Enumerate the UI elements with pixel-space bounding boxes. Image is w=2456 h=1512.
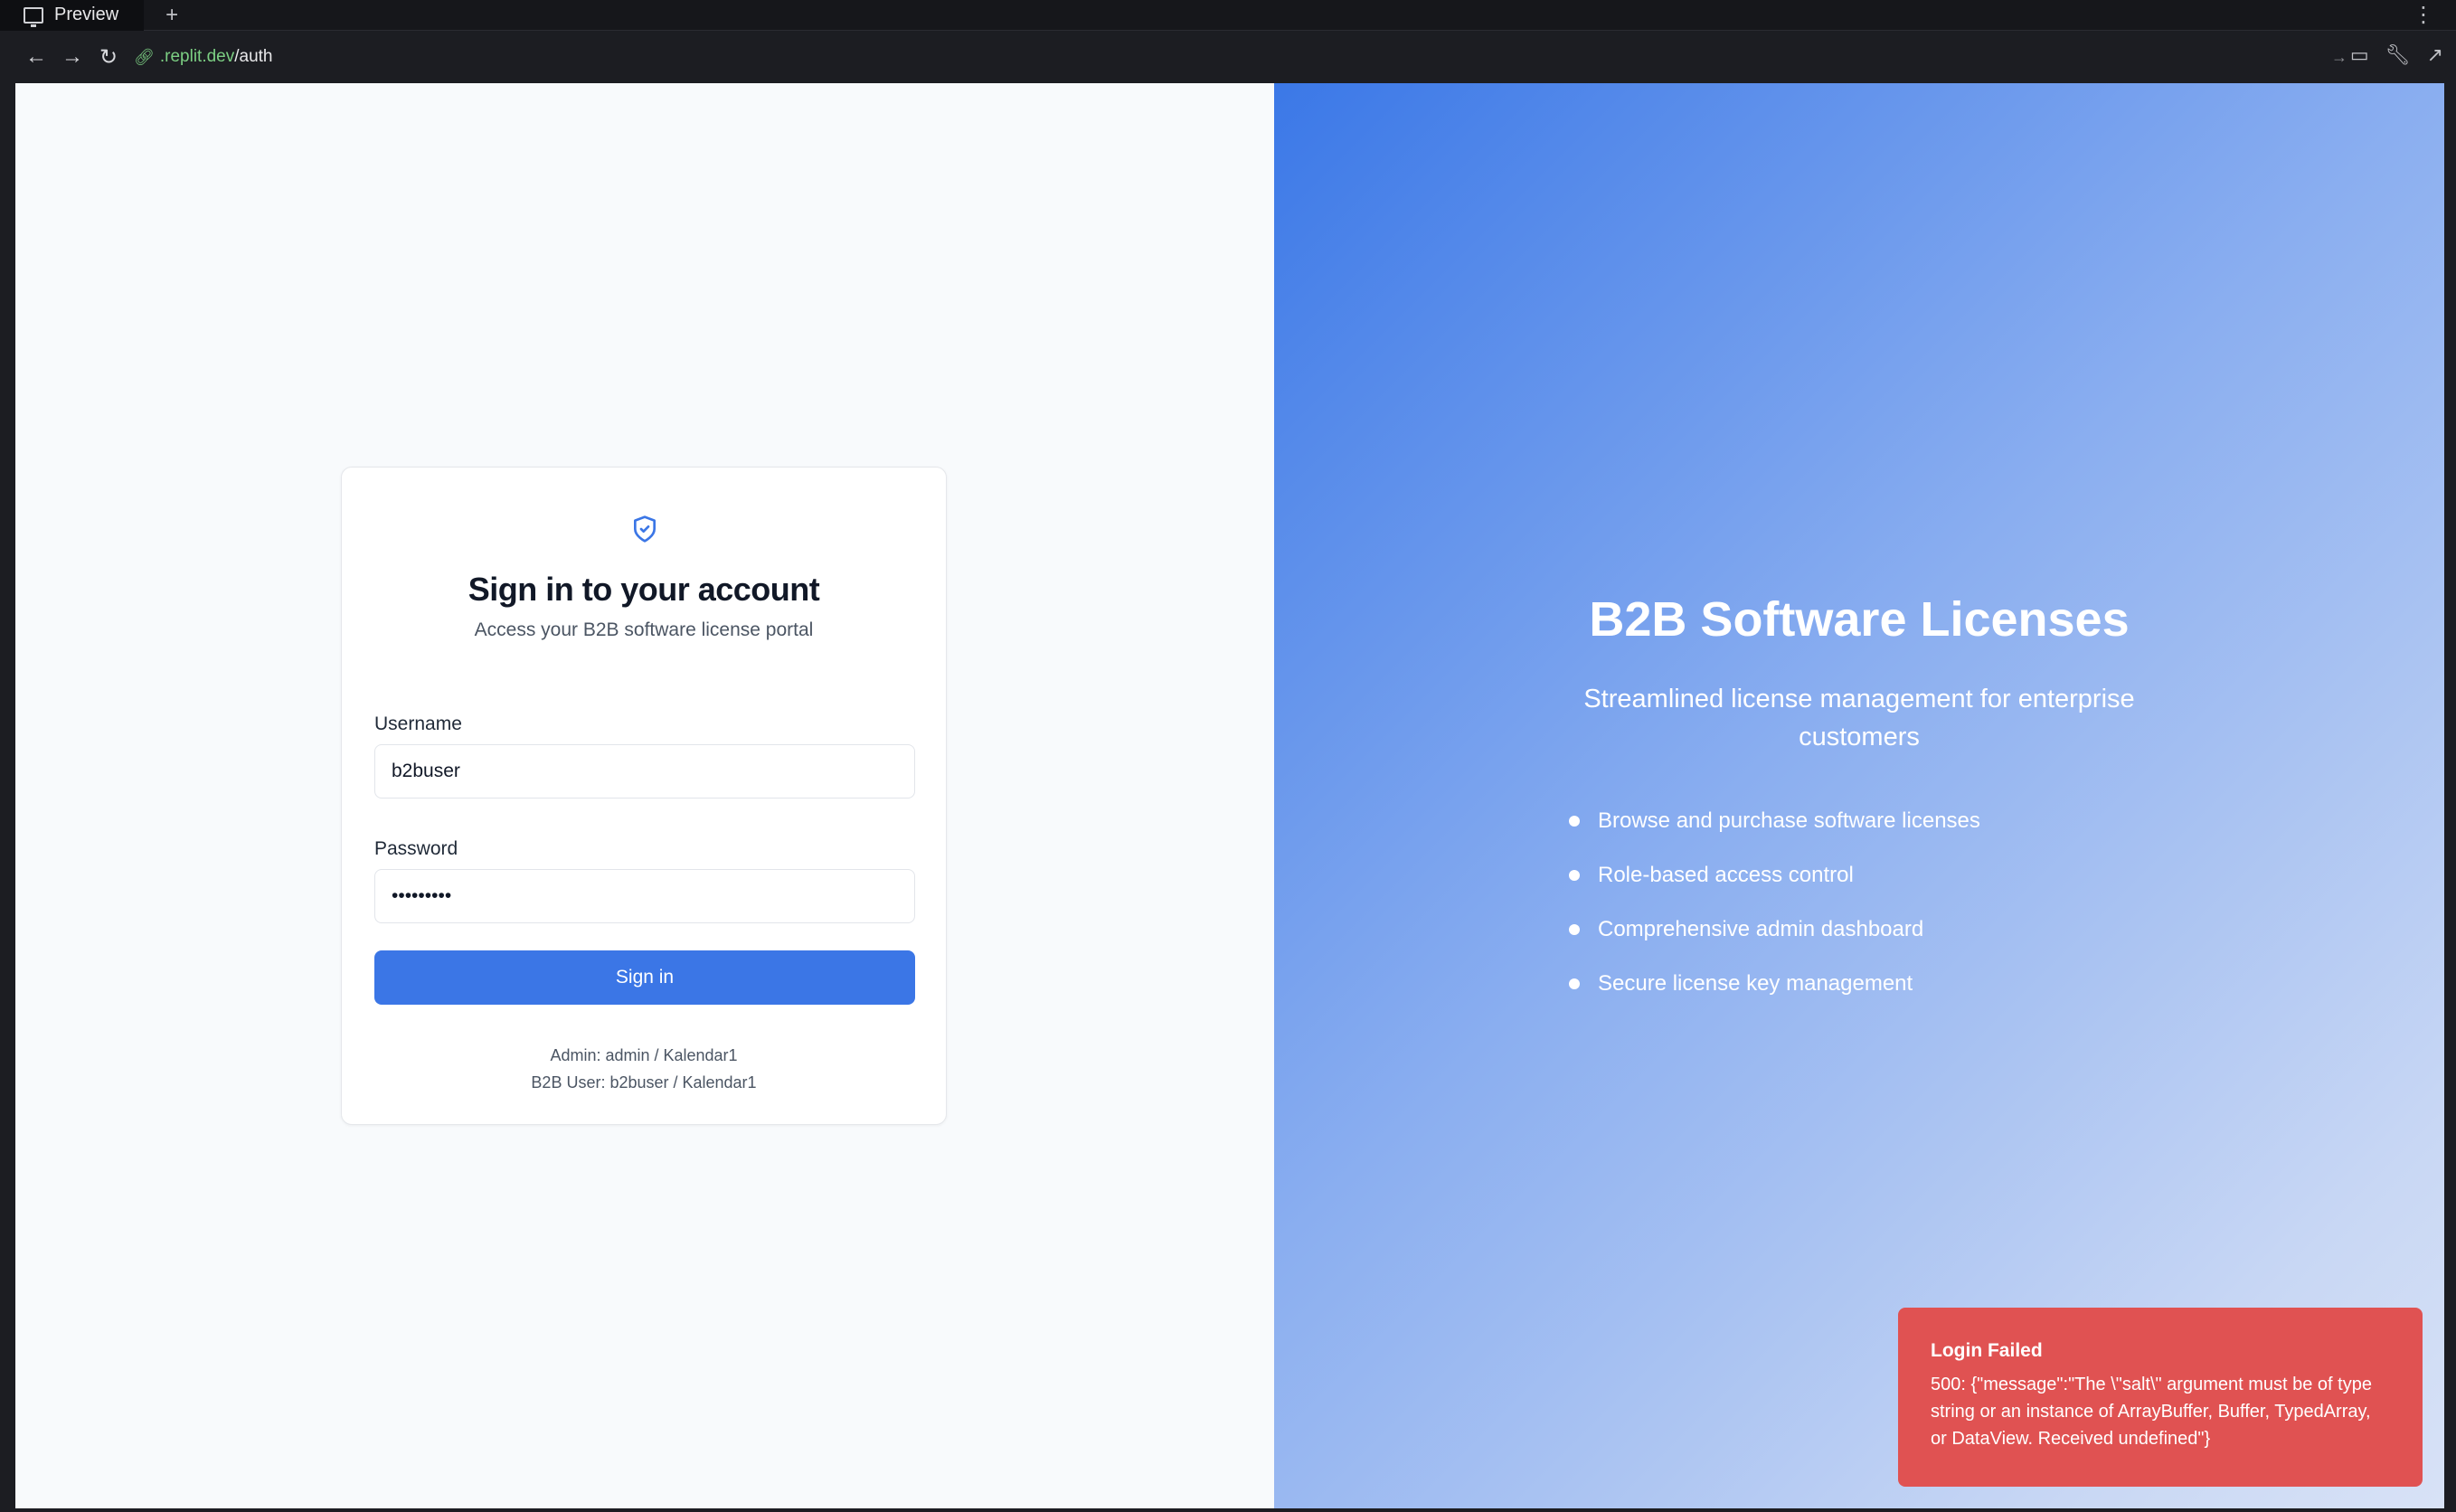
url-path: /auth [234,47,273,66]
url-toolbar: ← → ↻ 🔗︎ .replit.dev /auth → ▭ 🔧︎ ↗ [0,31,2456,83]
open-external-icon[interactable]: ↗ [2427,43,2443,67]
auth-panel: Sign in to your account Access your B2B … [15,83,1274,1508]
more-menu-icon[interactable]: ⋮ [2413,2,2434,28]
go-arrow-icon[interactable]: → [2331,48,2347,67]
devices-icon[interactable]: ▭ [2350,43,2369,67]
url-domain: .replit.dev [159,47,235,66]
page-viewport: Sign in to your account Access your B2B … [15,83,2444,1508]
password-label: Password [374,838,458,859]
monitor-icon [24,6,43,27]
hero-tagline: Streamlined license management for enter… [1583,685,2135,751]
username-label: Username [374,713,462,734]
bullet-icon [1569,978,1580,989]
new-tab-button[interactable]: + [165,3,178,28]
sign-in-title: Sign in to your account [468,571,820,608]
back-icon[interactable]: ← [18,44,54,70]
toast-message: 500: {"message":"The \"salt\" argument m… [1931,1375,2372,1449]
feature-item: Browse and purchase software licenses [1569,794,1980,848]
sign-in-button[interactable]: Sign in [374,950,915,1005]
login-failed-toast[interactable]: Login Failed 500: {"message":"The \"salt… [1898,1308,2423,1487]
admin-credentials-hint: Admin: admin / Kalendar1 [550,1046,738,1064]
feature-item: Secure license key management [1569,957,1980,1011]
sign-in-subtitle: Access your B2B software license portal [474,619,814,640]
bullet-icon [1569,924,1580,935]
devtools-wrench-icon[interactable]: 🔧︎ [2385,43,2411,67]
toast-title: Login Failed [1931,1340,2043,1361]
browser-tab-bar: Preview + ⋮ [0,0,2456,31]
reload-icon[interactable]: ↻ [90,44,127,71]
b2b-user-credentials-hint: B2B User: b2buser / Kalendar1 [531,1073,757,1091]
sign-in-card: Sign in to your account Access your B2B … [341,467,947,1125]
bullet-icon [1569,870,1580,881]
feature-item: Role-based access control [1569,848,1980,902]
feature-item: Comprehensive admin dashboard [1569,902,1980,957]
link-icon: 🔗︎ [134,47,155,66]
hero-title: B2B Software Licenses [1589,592,2130,647]
bullet-icon [1569,816,1580,827]
shield-check-icon [634,515,656,543]
address-bar[interactable]: 🔗︎ .replit.dev /auth → [134,40,2347,74]
username-input[interactable] [374,744,915,799]
toolbar-icons: ▭ 🔧︎ ↗ [2350,43,2443,67]
hero-panel: B2B Software Licenses Streamlined licens… [1274,83,2444,1508]
feature-list: Browse and purchase software licenses Ro… [1569,794,1980,1011]
preview-tab[interactable]: Preview [0,0,145,31]
forward-icon[interactable]: → [54,44,90,70]
tab-label: Preview [54,5,119,24]
password-input[interactable] [374,869,915,923]
